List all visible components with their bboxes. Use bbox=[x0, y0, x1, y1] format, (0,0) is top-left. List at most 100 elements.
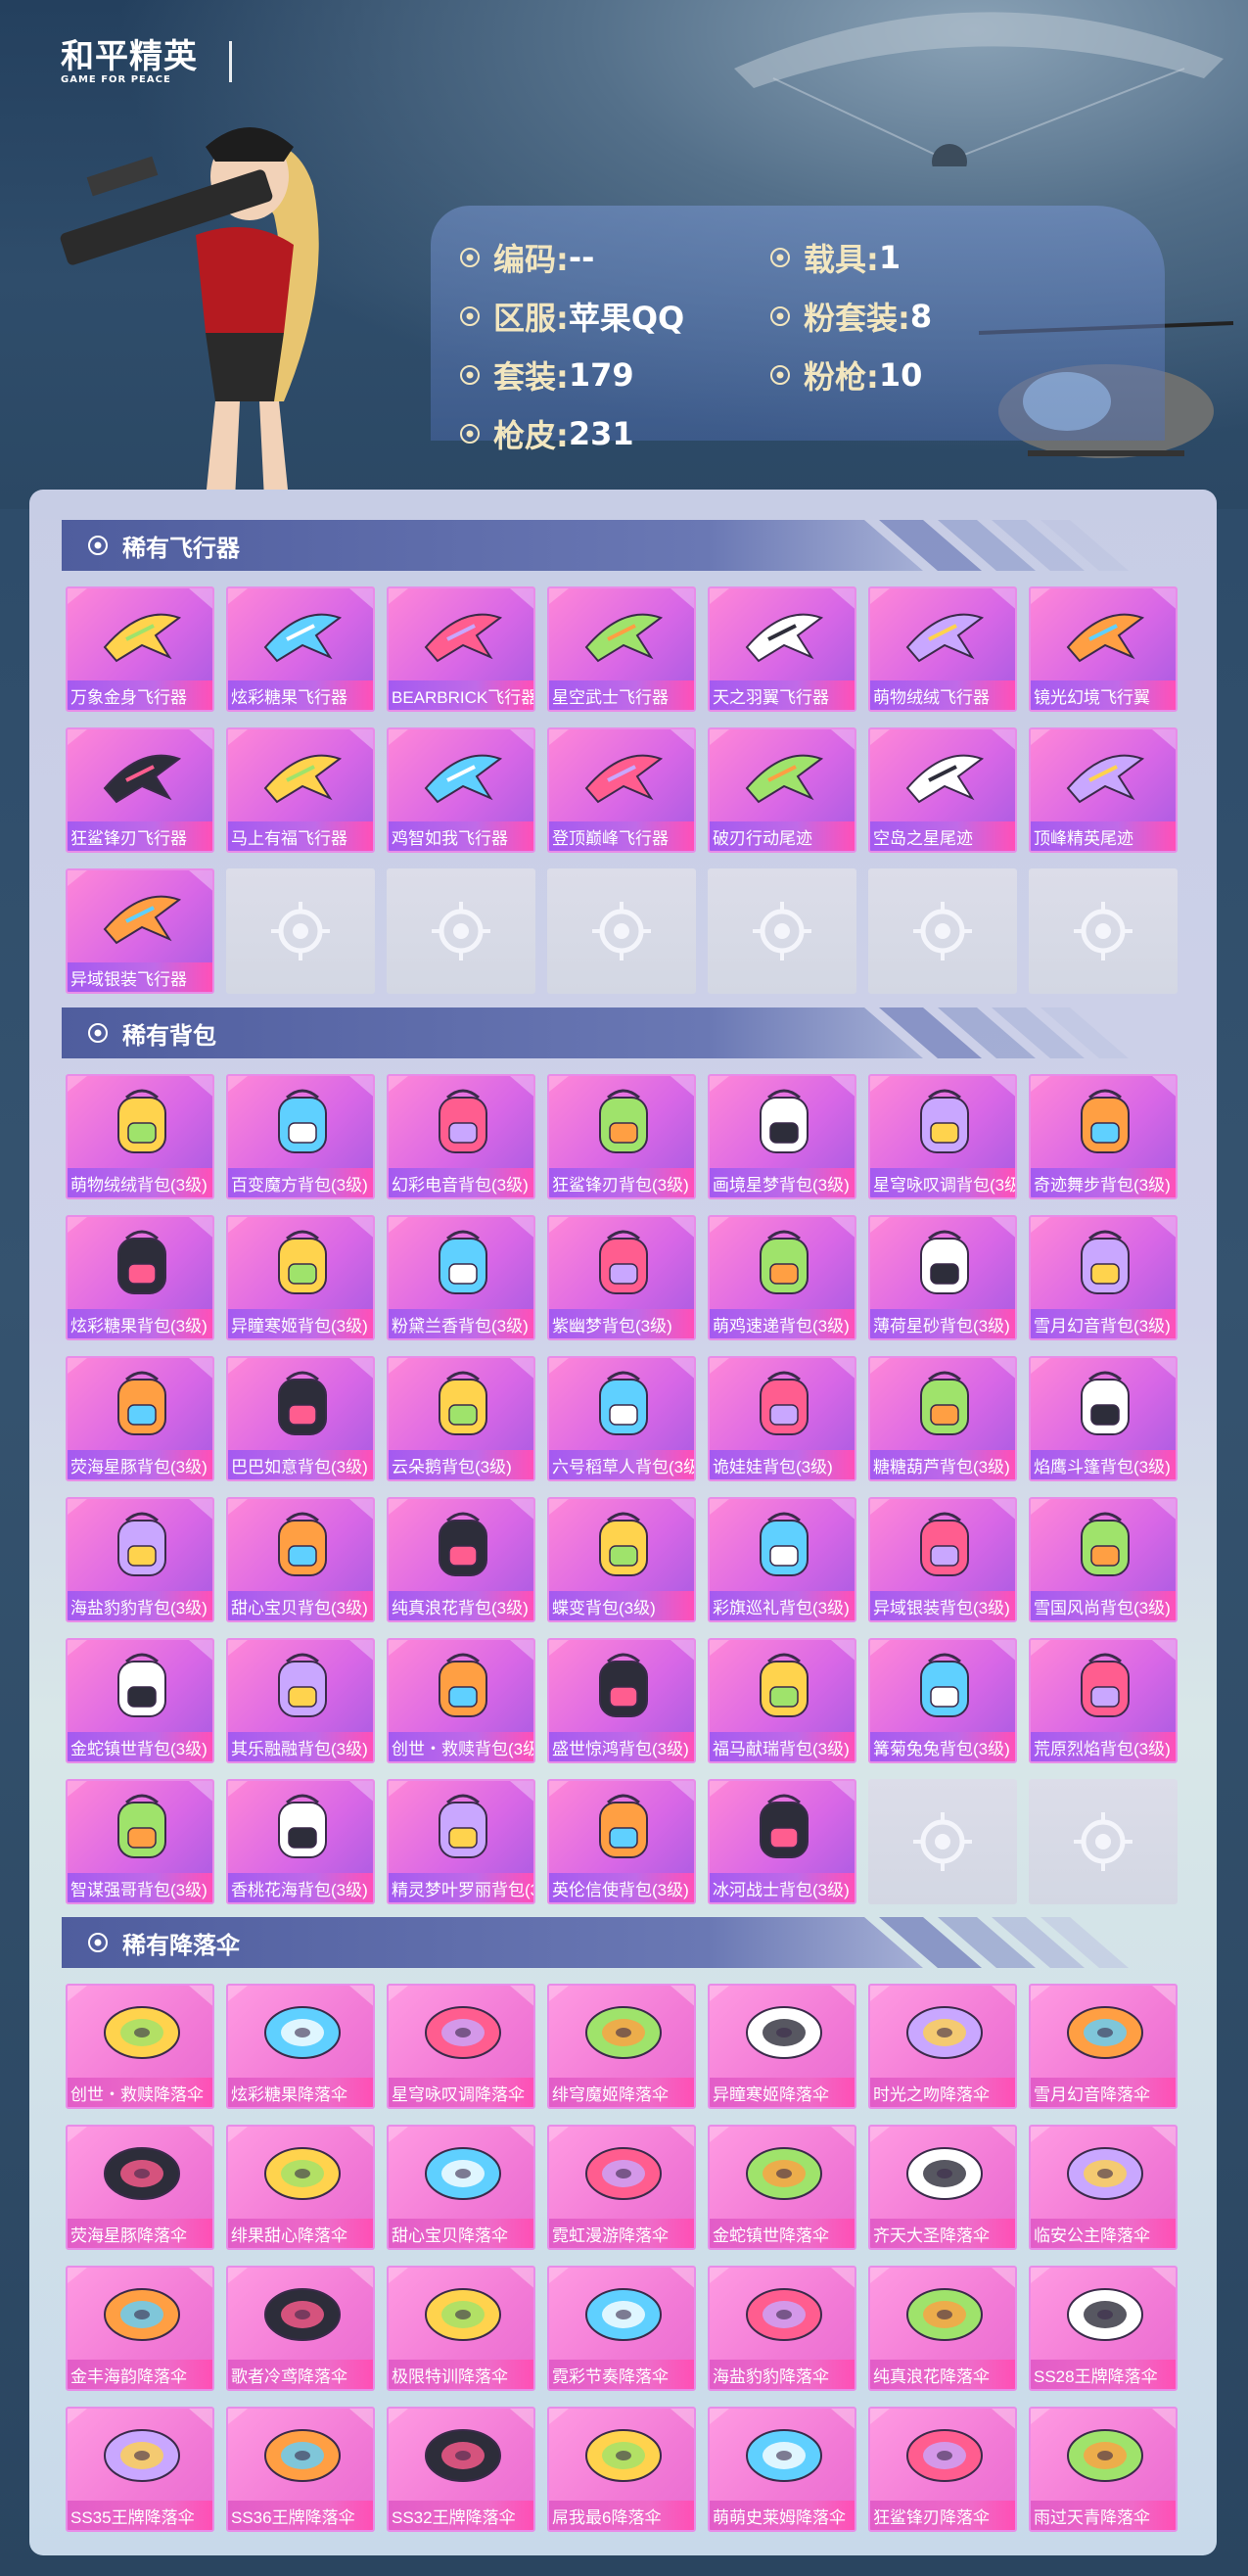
parachute-icon bbox=[425, 2429, 501, 2482]
parachute-card[interactable]: 星穹咏叹调降落伞 bbox=[387, 1984, 535, 2109]
backpack-card[interactable]: 画境星梦背包(3级) bbox=[708, 1074, 856, 1199]
parachute-card[interactable]: 屌我最6降落伞 bbox=[547, 2407, 696, 2532]
parachute-card[interactable]: 齐天大圣降落伞 bbox=[868, 2125, 1017, 2250]
parachute-card[interactable]: 雪月幻音降落伞 bbox=[1029, 1984, 1178, 2109]
backpack-card[interactable]: 萌物绒绒背包(3级) bbox=[66, 1074, 214, 1199]
aircraft-card[interactable]: BEARBRICK飞行器 bbox=[387, 586, 535, 712]
backpack-card[interactable]: 雪月幻音背包(3级) bbox=[1029, 1215, 1178, 1340]
backpack-card[interactable]: 炫彩糖果背包(3级) bbox=[66, 1215, 214, 1340]
parachute-card[interactable]: SS35王牌降落伞 bbox=[66, 2407, 214, 2532]
backpack-card[interactable]: 其乐融融背包(3级) bbox=[226, 1638, 375, 1763]
parachute-card[interactable]: SS28王牌降落伞 bbox=[1029, 2266, 1178, 2391]
aircraft-card[interactable]: 天之羽翼飞行器 bbox=[708, 586, 856, 712]
backpack-card[interactable]: 荧海星豚背包(3级) bbox=[66, 1356, 214, 1481]
parachute-card[interactable]: 荧海星豚降落伞 bbox=[66, 2125, 214, 2250]
aircraft-card[interactable]: 鸡智如我飞行器 bbox=[387, 727, 535, 853]
aircraft-card[interactable]: 空岛之星尾迹 bbox=[868, 727, 1017, 853]
backpack-card[interactable]: 诡娃娃背包(3级) bbox=[708, 1356, 856, 1481]
backpack-card[interactable]: 异瞳寒姬背包(3级) bbox=[226, 1215, 375, 1340]
aircraft-card[interactable]: 破刃行动尾迹 bbox=[708, 727, 856, 853]
parachute-card[interactable]: SS36王牌降落伞 bbox=[226, 2407, 375, 2532]
aircraft-card[interactable]: 顶峰精英尾迹 bbox=[1029, 727, 1178, 853]
parachute-card[interactable]: 金蛇镇世降落伞 bbox=[708, 2125, 856, 2250]
backpack-card[interactable]: 奇迹舞步背包(3级) bbox=[1029, 1074, 1178, 1199]
parachute-card[interactable]: 海盐豹豹降落伞 bbox=[708, 2266, 856, 2391]
backpack-card[interactable]: 云朵鹅背包(3级) bbox=[387, 1356, 535, 1481]
aircraft-card[interactable]: 异域银装飞行器 bbox=[66, 868, 214, 994]
backpack-card[interactable]: 福马献瑞背包(3级) bbox=[708, 1638, 856, 1763]
aircraft-card[interactable]: 炫彩糖果飞行器 bbox=[226, 586, 375, 712]
item-name: 星穹咏叹调降落伞 bbox=[389, 2078, 533, 2107]
aircraft-card[interactable]: 登顶巅峰飞行器 bbox=[547, 727, 696, 853]
backpack-card[interactable]: 创世・救赎背包(3级) bbox=[387, 1638, 535, 1763]
parachute-card[interactable]: 时光之吻降落伞 bbox=[868, 1984, 1017, 2109]
backpack-card[interactable]: 狂鲨锋刃背包(3级) bbox=[547, 1074, 696, 1199]
aircraft-card[interactable]: 狂鲨锋刃飞行器 bbox=[66, 727, 214, 853]
aircraft-card[interactable]: 马上有福飞行器 bbox=[226, 727, 375, 853]
backpack-card[interactable]: 巴巴如意背包(3级) bbox=[226, 1356, 375, 1481]
aircraft-card[interactable]: 萌物绒绒飞行器 bbox=[868, 586, 1017, 712]
item-name: 雨过天青降落伞 bbox=[1031, 2501, 1176, 2530]
backpack-card[interactable]: 甜心宝贝背包(3级) bbox=[226, 1497, 375, 1622]
backpack-card[interactable]: 冰河战士背包(3级) bbox=[708, 1779, 856, 1904]
backpack-card[interactable]: 六号稻草人背包(3级) bbox=[547, 1356, 696, 1481]
backpack-card[interactable]: 糖糖葫芦背包(3级) bbox=[868, 1356, 1017, 1481]
parachute-card[interactable]: 霓彩节奏降落伞 bbox=[547, 2266, 696, 2391]
item-name: SS35王牌降落伞 bbox=[68, 2501, 212, 2530]
parachute-card[interactable]: 创世・救赎降落伞 bbox=[66, 1984, 214, 2109]
backpack-card[interactable]: 海盐豹豹背包(3级) bbox=[66, 1497, 214, 1622]
backpack-card[interactable]: 焰鹰斗篷背包(3级) bbox=[1029, 1356, 1178, 1481]
backpack-card[interactable]: 紫幽梦背包(3级) bbox=[547, 1215, 696, 1340]
backpack-card[interactable]: 纯真浪花背包(3级) bbox=[387, 1497, 535, 1622]
parachute-card[interactable]: 霓虹漫游降落伞 bbox=[547, 2125, 696, 2250]
backpack-card[interactable]: 金蛇镇世背包(3级) bbox=[66, 1638, 214, 1763]
backpack-card[interactable]: 香桃花海背包(3级) bbox=[226, 1779, 375, 1904]
backpack-icon bbox=[1081, 1512, 1130, 1576]
aircraft-icon bbox=[263, 613, 343, 663]
backpack-card[interactable]: 智谋强哥背包(3级) bbox=[66, 1779, 214, 1904]
parachute-card[interactable]: 狂鲨锋刃降落伞 bbox=[868, 2407, 1017, 2532]
backpack-card[interactable]: 盛世惊鸿背包(3级) bbox=[547, 1638, 696, 1763]
parachute-card[interactable]: 绯穹魔姬降落伞 bbox=[547, 1984, 696, 2109]
parachute-card[interactable]: 金丰海韵降落伞 bbox=[66, 2266, 214, 2391]
aircraft-card[interactable]: 镜光幻境飞行翼 bbox=[1029, 586, 1178, 712]
parachute-card[interactable]: SS32王牌降落伞 bbox=[387, 2407, 535, 2532]
parachute-card[interactable]: 异瞳寒姬降落伞 bbox=[708, 1984, 856, 2109]
backpack-card[interactable]: 粉黛兰香背包(3级) bbox=[387, 1215, 535, 1340]
aircraft-card[interactable]: 星空武士飞行器 bbox=[547, 586, 696, 712]
backpack-card[interactable]: 星穹咏叹调背包(3级) bbox=[868, 1074, 1017, 1199]
backpack-icon bbox=[599, 1230, 648, 1294]
aircraft-card[interactable]: 万象金身飞行器 bbox=[66, 586, 214, 712]
item-name: 蝶变背包(3级) bbox=[549, 1591, 694, 1620]
item-name: 荧海星豚降落伞 bbox=[68, 2219, 212, 2248]
backpack-card[interactable]: 荒原烈焰背包(3级) bbox=[1029, 1638, 1178, 1763]
parachute-icon bbox=[264, 2429, 341, 2482]
parachute-card[interactable]: 萌萌史莱姆降落伞 bbox=[708, 2407, 856, 2532]
backpack-card[interactable]: 彩旗巡礼背包(3级) bbox=[708, 1497, 856, 1622]
backpack-card[interactable]: 蝶变背包(3级) bbox=[547, 1497, 696, 1622]
parachute-card[interactable]: 纯真浪花降落伞 bbox=[868, 2266, 1017, 2391]
backpack-card[interactable]: 异域银装背包(3级) bbox=[868, 1497, 1017, 1622]
parachute-card[interactable]: 临安公主降落伞 bbox=[1029, 2125, 1178, 2250]
backpack-icon bbox=[439, 1794, 487, 1858]
backpack-icon bbox=[1081, 1089, 1130, 1153]
backpack-card[interactable]: 精灵梦叶罗丽背包(3级) bbox=[387, 1779, 535, 1904]
backpack-card[interactable]: 英伦信使背包(3级) bbox=[547, 1779, 696, 1904]
backpack-card[interactable]: 篝菊兔兔背包(3级) bbox=[868, 1638, 1017, 1763]
backpack-card[interactable]: 百变魔方背包(3级) bbox=[226, 1074, 375, 1199]
parachute-card[interactable]: 绯果甜心降落伞 bbox=[226, 2125, 375, 2250]
backpack-card[interactable]: 幻彩电音背包(3级) bbox=[387, 1074, 535, 1199]
item-name: 绯穹魔姬降落伞 bbox=[549, 2078, 694, 2107]
parachute-icon bbox=[1067, 2147, 1143, 2200]
backpack-card[interactable]: 雪国风尚背包(3级) bbox=[1029, 1497, 1178, 1622]
parachute-icon bbox=[1067, 2006, 1143, 2059]
backpack-card[interactable]: 萌鸡速递背包(3级) bbox=[708, 1215, 856, 1340]
item-name: 齐天大圣降落伞 bbox=[870, 2219, 1015, 2248]
parachute-card[interactable]: 甜心宝贝降落伞 bbox=[387, 2125, 535, 2250]
parachute-card[interactable]: 极限特训降落伞 bbox=[387, 2266, 535, 2391]
parachute-card[interactable]: 歌者冷鸢降落伞 bbox=[226, 2266, 375, 2391]
backpack-card[interactable]: 薄荷星砂背包(3级) bbox=[868, 1215, 1017, 1340]
parachute-card[interactable]: 炫彩糖果降落伞 bbox=[226, 1984, 375, 2109]
item-name: 异瞳寒姬背包(3级) bbox=[228, 1309, 373, 1338]
parachute-card[interactable]: 雨过天青降落伞 bbox=[1029, 2407, 1178, 2532]
